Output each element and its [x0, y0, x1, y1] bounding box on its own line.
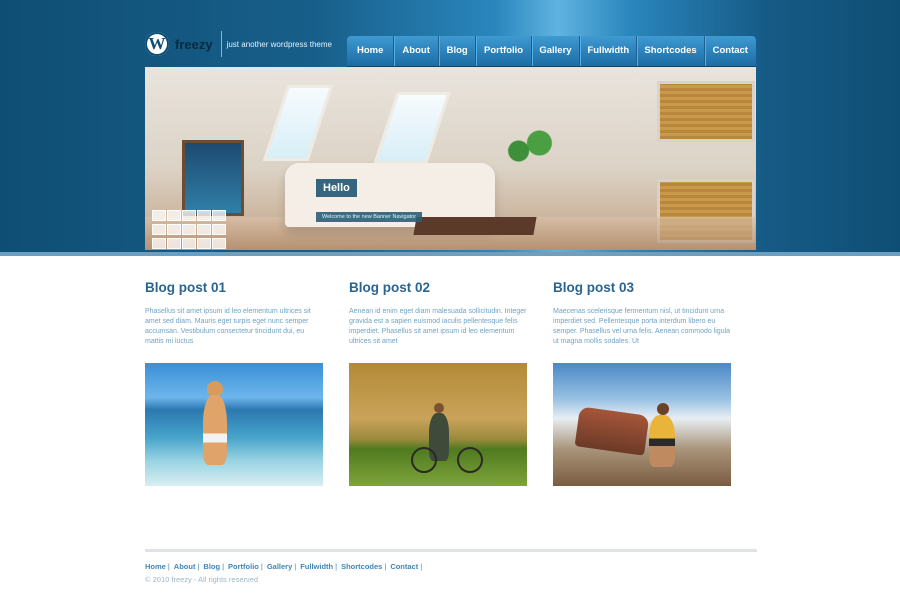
nav-item-shortcodes[interactable]: Shortcodes — [637, 36, 705, 66]
footer-link-blog[interactable]: Blog — [203, 562, 220, 571]
banner-thumbnail[interactable] — [197, 238, 211, 249]
wordpress-logo-icon: W — [145, 32, 169, 56]
banner-thumbnail[interactable] — [167, 224, 181, 235]
footer-link-fullwidth[interactable]: Fullwidth — [300, 562, 333, 571]
banner-thumbnail[interactable] — [152, 210, 166, 221]
footer-link-portfolio[interactable]: Portfolio — [228, 562, 259, 571]
banner-plants — [503, 127, 555, 167]
photo-figure-body — [203, 395, 227, 465]
nav-item-fullwidth[interactable]: Fullwidth — [580, 36, 638, 66]
nav-item-about[interactable]: About — [394, 36, 439, 66]
bicycle-wheel — [411, 447, 437, 473]
footer-nav: Home | About | Blog | Portfolio | Gallery | F… — [145, 562, 426, 571]
nav-item-portfolio[interactable]: Portfolio — [476, 36, 532, 66]
banner-thumbnail[interactable] — [152, 238, 166, 249]
photo-figure-body — [649, 415, 675, 467]
banner-caption: Welcome to the new Banner Navigator — [316, 212, 423, 222]
post-title[interactable]: Blog post 03 — [553, 280, 731, 304]
banner-thumbnail[interactable] — [152, 224, 166, 235]
post-excerpt: Maecenas scelerisque fermentum nisl, ut … — [553, 308, 731, 345]
post-title[interactable]: Blog post 01 — [145, 280, 323, 304]
footer-separator: | — [420, 562, 423, 571]
footer-link-shortcodes[interactable]: Shortcodes — [341, 562, 382, 571]
woman-with-bicycle-photo[interactable] — [349, 363, 527, 486]
nav-item-gallery[interactable]: Gallery — [532, 36, 581, 66]
site-logo[interactable]: W freezy just another wordpress theme — [145, 31, 332, 57]
copyright-text: © 2010 freezy - All rights reserved — [145, 575, 259, 584]
woman-in-surf-photo[interactable] — [145, 363, 323, 486]
footer-separator: | — [197, 562, 200, 571]
banner-thumbnail[interactable] — [212, 238, 226, 249]
banner-heading: Hello — [316, 179, 357, 197]
site-header: W freezy just another wordpress theme Ho… — [0, 0, 900, 256]
banner-thumbnail[interactable] — [167, 238, 181, 249]
banner-slider[interactable]: Hello Welcome to the new Banner Navigato… — [145, 67, 756, 250]
footer-separator: | — [167, 562, 170, 571]
footer-separator: | — [260, 562, 263, 571]
site-tagline: just another wordpress theme — [226, 39, 332, 49]
banner-thumbnail[interactable] — [182, 210, 196, 221]
post-excerpt: Phasellus sit amet ipsum id leo elementu… — [145, 308, 311, 345]
footer-link-about[interactable]: About — [174, 562, 196, 571]
footer-separator: | — [294, 562, 297, 571]
post-title[interactable]: Blog post 02 — [349, 280, 527, 304]
banner-aquarium — [182, 140, 244, 216]
banner-thumbnail[interactable] — [212, 210, 226, 221]
woman-by-old-car-photo[interactable] — [553, 363, 731, 486]
nav-item-home[interactable]: Home — [347, 36, 395, 66]
blog-post: Blog post 02 Aenean id enim eget diam ma… — [349, 280, 527, 486]
footer-separator: | — [335, 562, 338, 571]
banner-coffee-table — [413, 217, 537, 235]
footer-separator: | — [222, 562, 225, 571]
banner-thumbnail[interactable] — [167, 210, 181, 221]
banner-thumbnail[interactable] — [197, 224, 211, 235]
logo-divider — [220, 31, 222, 57]
post-excerpt: Aenean id enim eget diam malesuada solli… — [349, 308, 527, 345]
banner-thumbnail[interactable] — [197, 210, 211, 221]
banner-thumbnail[interactable] — [182, 238, 196, 249]
bicycle-wheel — [457, 447, 483, 473]
main-nav: Home About Blog Portfolio Gallery Fullwi… — [347, 36, 756, 66]
banner-wall-niche — [657, 81, 755, 142]
nav-item-blog[interactable]: Blog — [439, 36, 477, 66]
banner-thumbnail[interactable] — [212, 224, 226, 235]
blog-posts: Blog post 01 Phasellus sit amet ipsum id… — [145, 280, 757, 486]
old-car — [574, 406, 650, 456]
footer-link-home[interactable]: Home — [145, 562, 166, 571]
site-brand: freezy — [175, 36, 213, 52]
banner-thumbnail[interactable] — [182, 224, 196, 235]
footer-separator: | — [384, 562, 387, 571]
footer-divider — [145, 549, 757, 552]
photo-figure-head — [657, 403, 669, 415]
nav-item-contact[interactable]: Contact — [705, 36, 756, 66]
footer-link-contact[interactable]: Contact — [390, 562, 418, 571]
blog-post: Blog post 01 Phasellus sit amet ipsum id… — [145, 280, 323, 486]
footer-link-gallery[interactable]: Gallery — [267, 562, 292, 571]
photo-figure-head — [434, 403, 444, 413]
blog-post: Blog post 03 Maecenas scelerisque fermen… — [553, 280, 731, 486]
banner-thumbnail-nav — [152, 210, 230, 249]
